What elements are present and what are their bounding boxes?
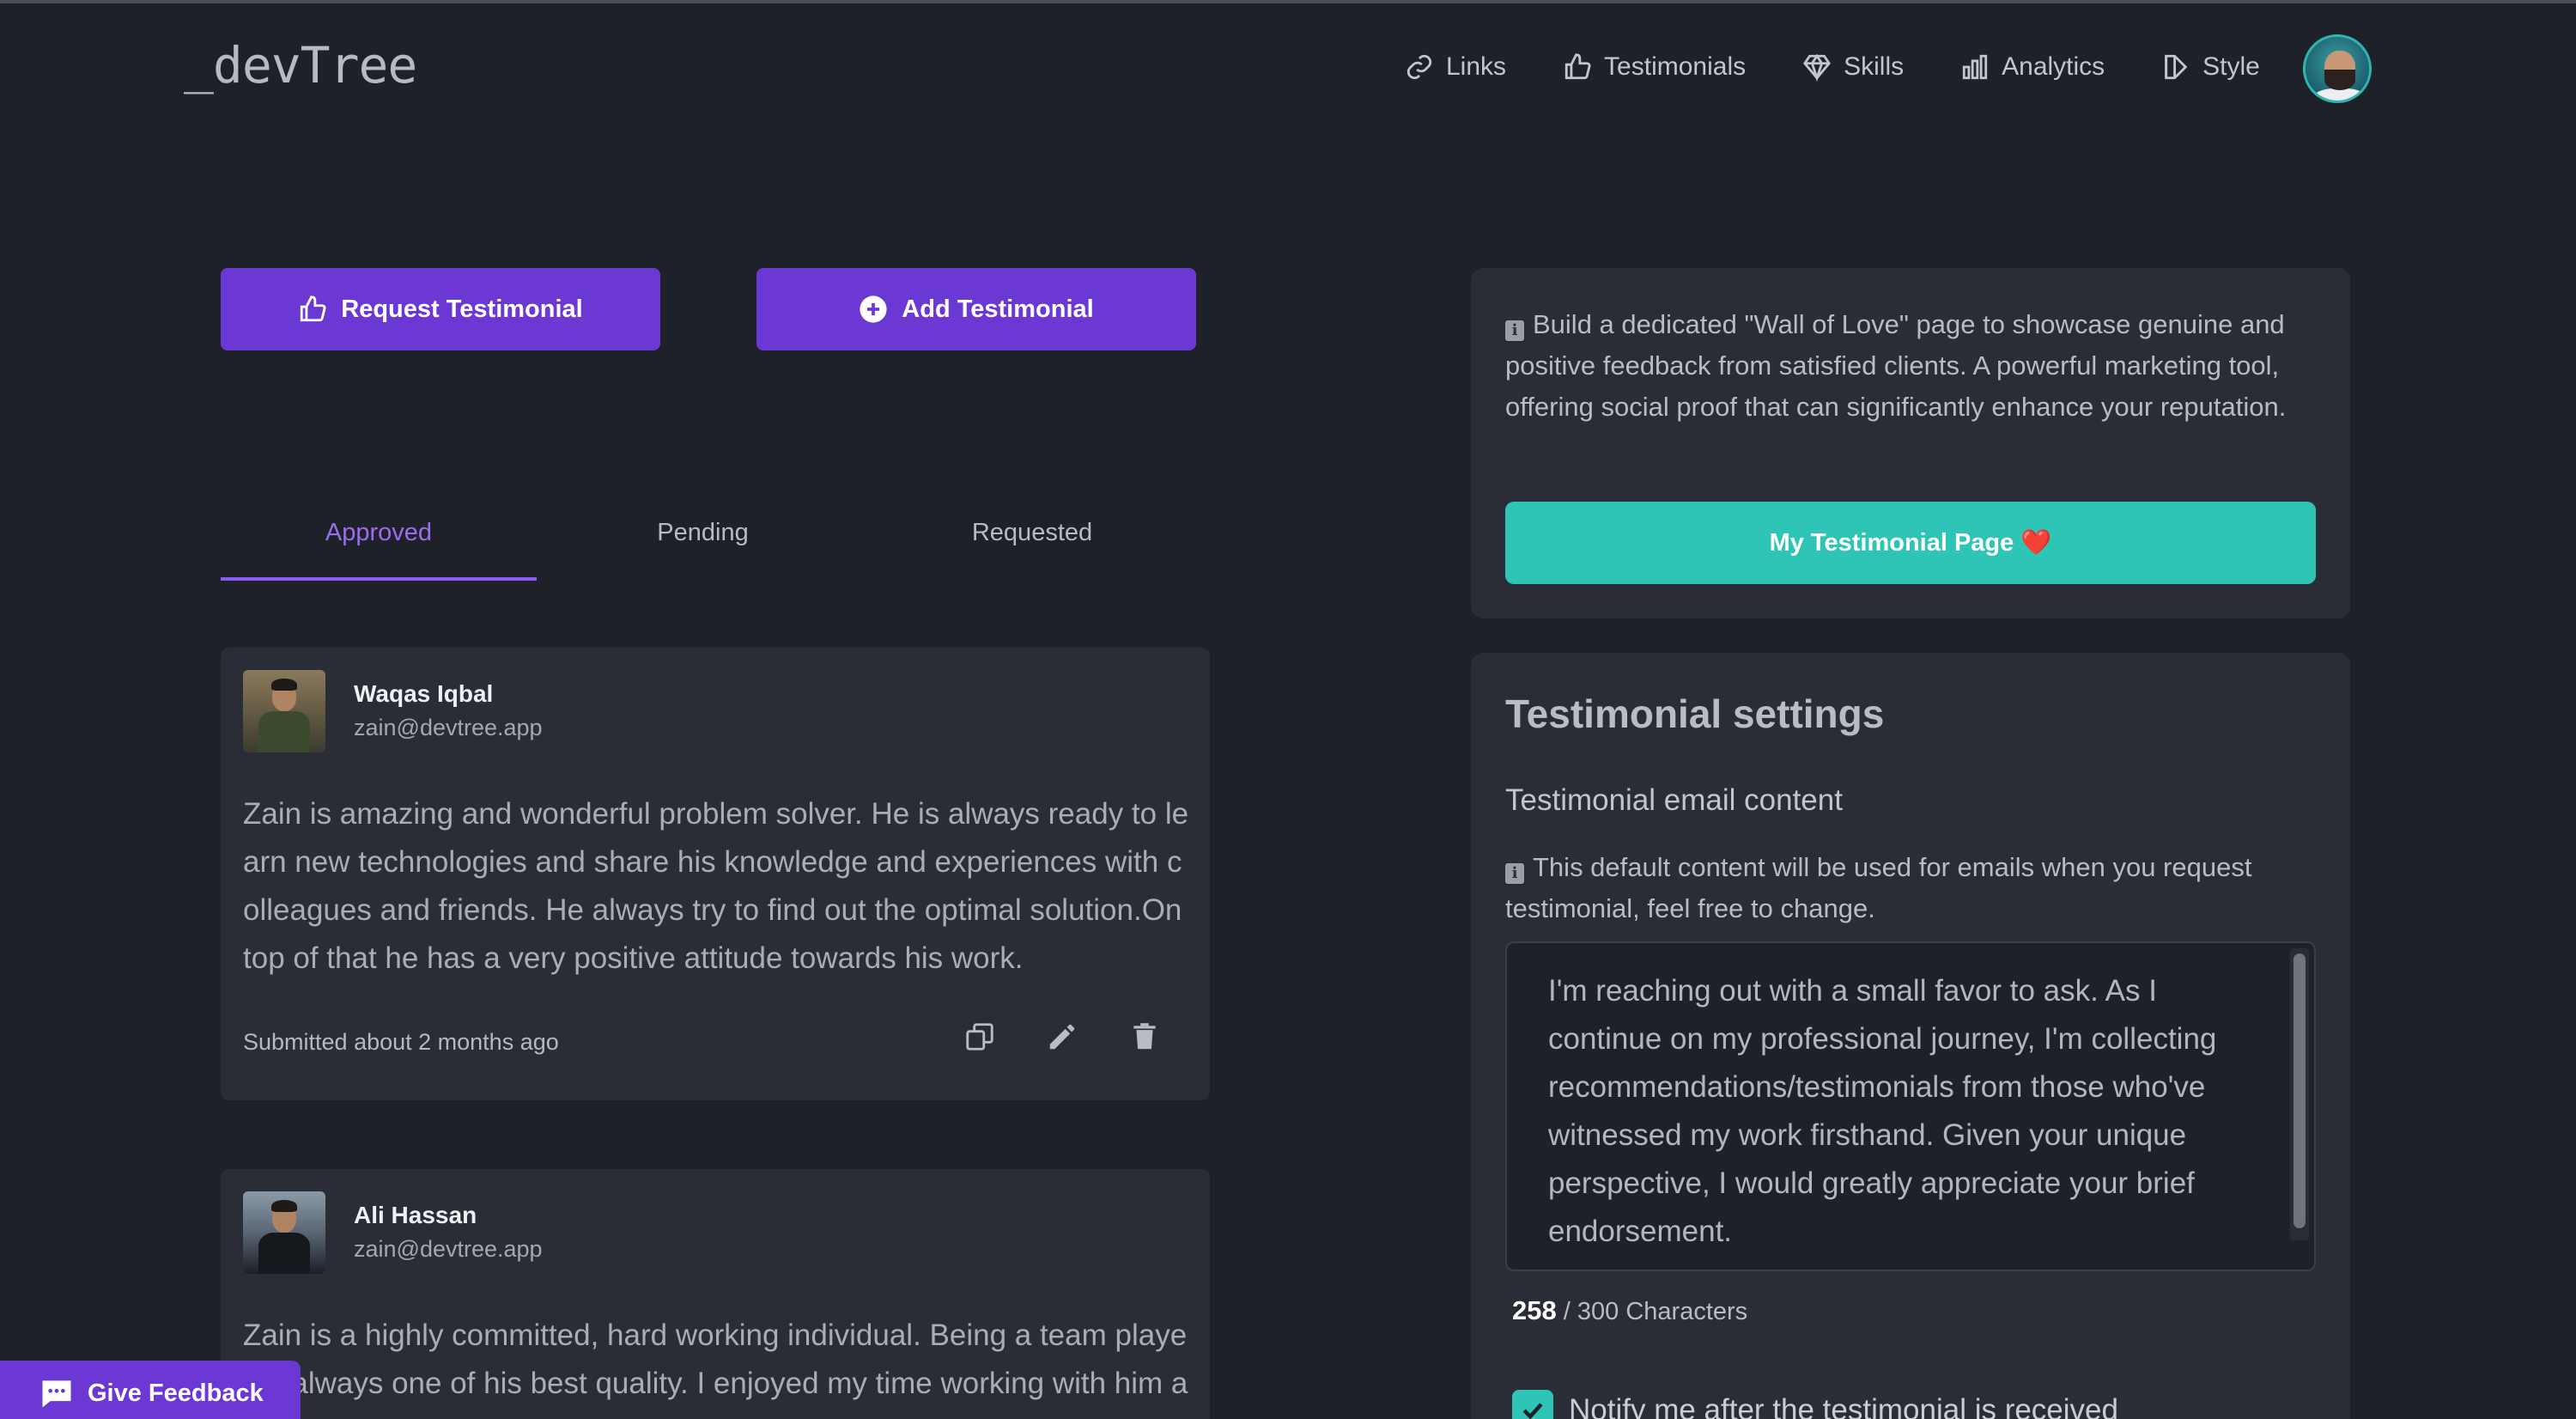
textarea-scroll-thumb[interactable] [2293, 953, 2306, 1228]
avatar [243, 670, 325, 752]
testimonial-card: Ali Hassan zain@devtree.app Zain is a hi… [221, 1169, 1210, 1419]
testimonial-author-email: zain@devtree.app [354, 715, 543, 740]
notify-checkbox[interactable] [1512, 1390, 1553, 1419]
testimonial-author-name: Waqas Iqbal [354, 680, 494, 707]
email-content-label: Testimonial email content [1505, 783, 1843, 817]
tab-approved[interactable]: Approved [221, 502, 537, 581]
request-testimonial-label: Request Testimonial [341, 295, 583, 323]
info-icon: i [1505, 320, 1524, 341]
nav-item-analytics[interactable]: Analytics [1960, 48, 2105, 86]
testimonial-author-email: zain@devtree.app [354, 1236, 543, 1262]
testimonial-submitted-time: Submitted about 2 months ago [243, 1029, 559, 1055]
thumbs-up-icon [1564, 53, 1591, 80]
email-content-text: I'm reaching out with a small favor to a… [1548, 974, 2217, 1248]
tab-requested[interactable]: Requested [869, 502, 1195, 581]
notify-label: Notify me after the testimonial is recei… [1569, 1393, 2118, 1419]
char-limit-text: / 300 Characters [1563, 1298, 1748, 1325]
add-testimonial-button[interactable]: Add Testimonial [756, 268, 1196, 350]
edit-pencil-icon[interactable] [1046, 1020, 1078, 1053]
nav-item-testimonials[interactable]: Testimonials [1563, 48, 1746, 86]
notify-option[interactable]: Notify me after the testimonial is recei… [1512, 1390, 2118, 1419]
top-nav: Links Testimonials Skills Analytics Styl… [1405, 48, 2317, 86]
give-feedback-button[interactable]: Give Feedback [0, 1361, 301, 1419]
chat-bubble-icon [42, 1380, 71, 1408]
nav-item-links[interactable]: Links [1405, 48, 1506, 86]
checkmark-icon [1522, 1403, 1543, 1419]
avatar [243, 1191, 325, 1274]
testimonial-card: Waqas Iqbal zain@devtree.app Zain is ama… [221, 648, 1210, 1100]
bar-chart-icon [1962, 54, 1988, 80]
tab-pending[interactable]: Pending [537, 502, 869, 581]
my-testimonial-page-button[interactable]: My Testimonial Page ❤️ [1505, 502, 2316, 584]
email-content-note: i This default content will be used for e… [1505, 847, 2330, 929]
testimonial-tabs: Approved Pending Requested [221, 502, 1212, 581]
character-counter: 258 / 300 Characters [1512, 1295, 1747, 1326]
nav-label: Testimonials [1604, 52, 1747, 81]
testimonial-settings-panel: Testimonial settings Testimonial email c… [1471, 653, 2350, 1419]
nav-label: Style [2202, 52, 2260, 81]
give-feedback-label: Give Feedback [88, 1379, 264, 1407]
plus-circle-icon [860, 295, 887, 323]
settings-title: Testimonial settings [1505, 691, 1885, 736]
testimonial-author-name: Ali Hassan [354, 1202, 477, 1228]
wall-of-love-text: Build a dedicated "Wall of Love" page to… [1505, 309, 2287, 422]
testimonial-actions [963, 1020, 1161, 1053]
copy-icon[interactable] [963, 1020, 996, 1053]
add-testimonial-label: Add Testimonial [902, 295, 1094, 323]
wall-of-love-description: i Build a dedicated "Wall of Love" page t… [1505, 304, 2321, 428]
wall-of-love-panel: i Build a dedicated "Wall of Love" page t… [1471, 268, 2350, 618]
testimonial-text: Zain is a highly committed, hard working… [243, 1319, 1188, 1419]
thumbs-up-icon [301, 295, 326, 322]
nav-item-skills[interactable]: Skills [1802, 48, 1904, 86]
email-content-note-text: This default content will be used for em… [1505, 852, 2252, 923]
link-icon [1406, 54, 1432, 80]
nav-item-style[interactable]: Style [2161, 48, 2260, 86]
request-testimonial-button[interactable]: Request Testimonial [221, 268, 660, 350]
diamond-icon [1803, 53, 1832, 82]
app-logo[interactable]: _devTree [184, 36, 417, 94]
info-icon: i [1505, 863, 1524, 884]
nav-label: Skills [1844, 52, 1905, 81]
nav-label: Analytics [2002, 52, 2105, 81]
email-content-textarea[interactable]: I'm reaching out with a small favor to a… [1505, 941, 2316, 1271]
testimonial-text: Zain is amazing and wonderful problem so… [243, 797, 1189, 975]
user-avatar[interactable] [2303, 34, 2372, 103]
nav-label: Links [1446, 52, 1507, 81]
trash-icon[interactable] [1128, 1020, 1161, 1053]
palette-icon [2165, 54, 2188, 80]
char-count-value: 258 [1512, 1295, 1557, 1325]
